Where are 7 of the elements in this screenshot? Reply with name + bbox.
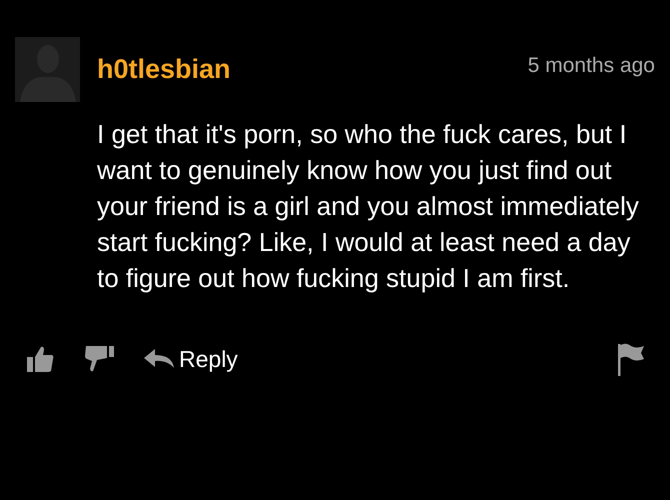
like-button[interactable] [25,344,55,374]
reply-button[interactable]: Reply [143,346,238,372]
comment-text: I get that it's porn, so who the fuck cares, but I want to genuinely know how you just find out your friend is a girl and you almost immediately start fucking? Like, I would at least need a day to figure out how fucking stupid I am first. [97,118,640,295]
timestamp: 5 months ago [528,54,655,78]
dislike-button[interactable] [83,344,115,374]
username[interactable]: h0tlesbian [97,54,511,85]
flag-button[interactable] [617,342,645,376]
